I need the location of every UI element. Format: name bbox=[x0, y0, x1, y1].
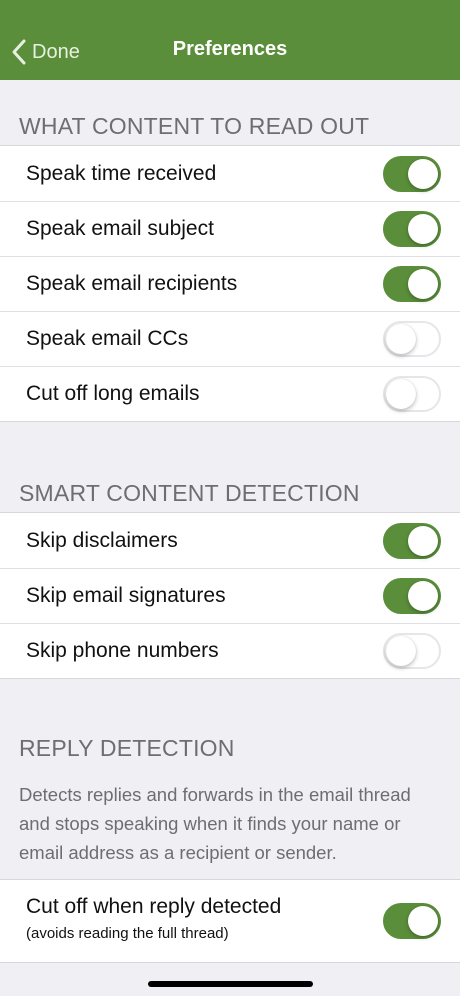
setting-label: Speak email CCs bbox=[26, 326, 189, 350]
speak-subject-toggle[interactable] bbox=[383, 210, 441, 247]
setting-label: Speak email recipients bbox=[26, 271, 238, 295]
speak-ccs-toggle[interactable] bbox=[383, 320, 441, 357]
page-title: Preferences bbox=[172, 38, 288, 60]
reply-settings-group: Cut off when reply detected (avoids read… bbox=[0, 879, 460, 963]
setting-label: Skip phone numbers bbox=[26, 638, 219, 662]
setting-row-skip-phone: Skip phone numbers bbox=[0, 623, 460, 678]
toggle-knob bbox=[386, 635, 416, 666]
toggle-knob bbox=[408, 525, 438, 556]
toggle-knob bbox=[408, 906, 438, 936]
speak-time-toggle[interactable] bbox=[383, 155, 441, 192]
setting-row-speak-ccs: Speak email CCs bbox=[0, 311, 460, 366]
cut-off-reply-toggle[interactable] bbox=[383, 903, 441, 939]
setting-label: Skip email signatures bbox=[26, 583, 226, 607]
section-header-content: WHAT CONTENT TO READ OUT bbox=[19, 113, 370, 139]
toggle-knob bbox=[386, 323, 416, 354]
setting-row-speak-time: Speak time received bbox=[0, 146, 460, 201]
speak-recipients-toggle[interactable] bbox=[383, 265, 441, 302]
toggle-knob bbox=[408, 158, 438, 189]
skip-phone-numbers-toggle[interactable] bbox=[383, 632, 441, 669]
setting-label: Speak time received bbox=[26, 161, 217, 185]
setting-row-speak-recipients: Speak email recipients bbox=[0, 256, 460, 311]
cut-long-emails-toggle[interactable] bbox=[383, 375, 441, 412]
toggle-knob bbox=[386, 378, 416, 409]
navigation-bar: Done Preferences bbox=[0, 0, 460, 80]
setting-label: Speak email subject bbox=[26, 216, 214, 240]
setting-row-speak-subject: Speak email subject bbox=[0, 201, 460, 256]
section-header-smart: SMART CONTENT DETECTION bbox=[19, 480, 360, 506]
section-header-reply: REPLY DETECTION bbox=[19, 735, 235, 761]
toggle-knob bbox=[408, 268, 438, 299]
toggle-knob bbox=[408, 580, 438, 611]
setting-label: Cut off long emails bbox=[26, 381, 200, 405]
setting-row-cut-reply: Cut off when reply detected (avoids read… bbox=[0, 880, 460, 962]
content-settings-group: Speak time received Speak email subject … bbox=[0, 145, 460, 422]
setting-row-skip-disclaimers: Skip disclaimers bbox=[0, 513, 460, 568]
skip-disclaimers-toggle[interactable] bbox=[383, 522, 441, 559]
home-indicator bbox=[148, 981, 313, 987]
smart-settings-group: Skip disclaimers Skip email signatures S… bbox=[0, 512, 460, 679]
setting-row-skip-signatures: Skip email signatures bbox=[0, 568, 460, 623]
toggle-knob bbox=[408, 213, 438, 244]
skip-signatures-toggle[interactable] bbox=[383, 577, 441, 614]
setting-label: Skip disclaimers bbox=[26, 528, 178, 552]
reply-detection-description: Detects replies and forwards in the emai… bbox=[19, 784, 411, 863]
setting-row-cut-long: Cut off long emails bbox=[0, 366, 460, 421]
